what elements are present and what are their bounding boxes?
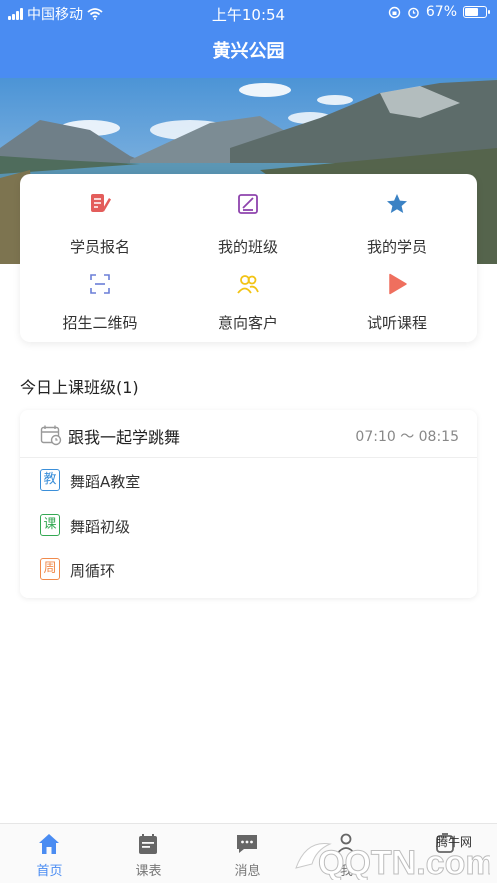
- tab-messages[interactable]: 消息: [198, 824, 297, 883]
- class-time: 07:10 ～ 08:15: [355, 429, 459, 445]
- classroom-tag: 教: [40, 469, 60, 491]
- message-icon: [237, 835, 257, 853]
- tab-label: 首页: [36, 864, 63, 879]
- menu-enroll-qr[interactable]: 招生二维码: [24, 174, 176, 332]
- status-bar: 中国移动 上午10:54 67%: [0, 0, 497, 26]
- menu-label: 意向客户: [217, 314, 278, 332]
- watermark-brand: 腾牛网: [436, 834, 472, 849]
- cycle-tag: 周: [40, 558, 60, 580]
- today-class-card[interactable]: 跟我一起学跳舞 07:10 ～ 08:15 教 舞蹈A教室 课 舞蹈初级 周 周…: [20, 410, 477, 598]
- cycle-value: 周循环: [70, 562, 116, 580]
- menu-trial-course[interactable]: 试听课程: [321, 174, 473, 332]
- menu-label: 招生二维码: [62, 314, 138, 332]
- tab-schedule[interactable]: 课表: [99, 824, 198, 883]
- course-tag: 课: [40, 514, 60, 536]
- tab-home[interactable]: 首页: [0, 824, 99, 883]
- calendar-icon: [139, 834, 157, 854]
- classroom-value: 舞蹈A教室: [70, 473, 141, 491]
- class-name: 跟我一起学跳舞: [68, 428, 181, 447]
- watermark-text: QQTN.com: [318, 844, 490, 880]
- quick-menu-card: 学员报名 我的班级 我的学员 招生二维码 意向客户 试听课程: [20, 174, 477, 342]
- battery-percent: 67%: [425, 4, 457, 20]
- battery-icon: [463, 6, 490, 18]
- play-icon: [389, 273, 407, 295]
- page-title: 黄兴公园: [0, 26, 497, 78]
- menu-label: 试听课程: [366, 314, 427, 332]
- status-right: 67%: [388, 4, 490, 20]
- course-value: 舞蹈初级: [70, 518, 131, 536]
- calendar-clock-icon: [40, 425, 62, 446]
- alarm-icon: [408, 7, 419, 18]
- rotation-lock-icon: [388, 6, 401, 18]
- menu-prospects[interactable]: 意向客户: [172, 174, 324, 332]
- qr-scan-icon: [90, 274, 110, 294]
- class-header: 跟我一起学跳舞 07:10 ～ 08:15: [20, 410, 477, 458]
- customers-icon: [237, 275, 259, 294]
- tab-label: 消息: [234, 864, 261, 879]
- watermark: QQTN.com 腾牛网: [290, 828, 496, 883]
- tab-label: 课表: [135, 864, 162, 879]
- home-icon: [39, 834, 59, 854]
- today-section-title: 今日上课班级(1): [20, 378, 139, 397]
